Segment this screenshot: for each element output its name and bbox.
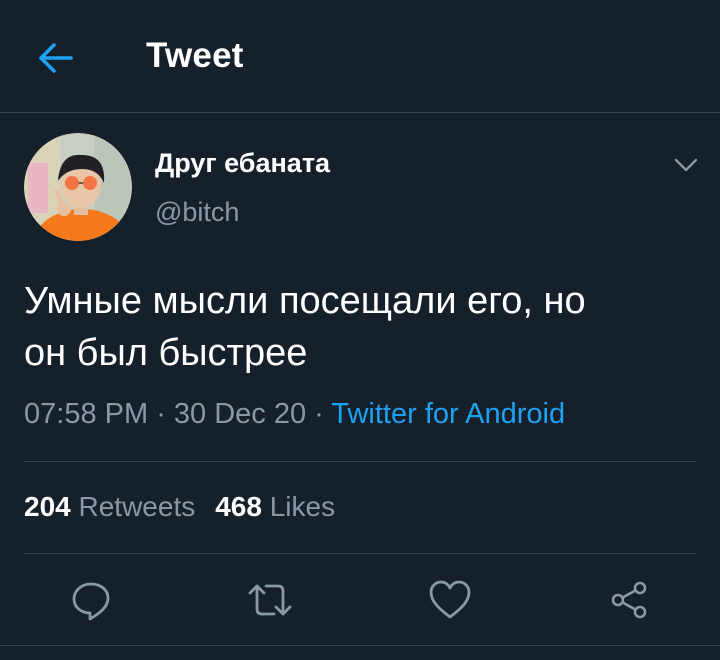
author-name[interactable]: Друг ебаната — [155, 148, 330, 179]
like-heart-icon — [429, 580, 471, 619]
retweet-button[interactable] — [246, 576, 294, 624]
tweet-source-link[interactable]: Twitter for Android — [331, 398, 565, 430]
chevron-down-icon — [674, 158, 698, 172]
divider — [24, 461, 696, 462]
tweet-date: 30 Dec 20 — [173, 398, 307, 430]
reply-button[interactable] — [67, 576, 115, 624]
avatar[interactable] — [24, 133, 132, 241]
tweet-actions-bar — [0, 570, 720, 630]
retweets-count: 204 — [24, 491, 71, 522]
likes-count: 468 — [215, 491, 262, 522]
tweet-detail-screen: Tweet Друг ебаната @bitch Умные мысли по… — [0, 0, 720, 660]
retweets-stat[interactable]: 204 Retweets — [24, 491, 195, 522]
share-icon — [611, 581, 647, 619]
likes-stat[interactable]: 468 Likes — [215, 491, 335, 522]
tweet-text-line: он был быстрее — [24, 332, 308, 374]
reply-icon — [72, 582, 110, 621]
tweet-text-line: Умные мысли посещали его, но — [24, 280, 586, 322]
likes-label: Likes — [269, 491, 336, 522]
tweet-time: 07:58 PM — [24, 398, 149, 430]
retweet-icon — [248, 584, 292, 616]
separator: · — [148, 398, 174, 430]
tweet-stats: 204 Retweets 468 Likes — [24, 491, 335, 523]
top-app-bar: Tweet — [0, 0, 720, 113]
divider — [0, 645, 720, 646]
page-title: Tweet — [146, 36, 244, 75]
separator: · — [306, 398, 332, 430]
back-button[interactable] — [30, 38, 82, 78]
tweet-meta: 07:58 PM · 30 Dec 20 · Twitter for Andro… — [24, 398, 565, 431]
arrow-left-icon — [39, 43, 73, 73]
divider — [24, 553, 696, 554]
tweet-text: Умные мысли посещали его, но он был быст… — [24, 275, 704, 379]
author-handle: @bitch — [155, 197, 240, 227]
share-button[interactable] — [605, 576, 653, 624]
retweets-label: Retweets — [78, 491, 196, 522]
avatar-photo — [24, 133, 132, 241]
tweet-options-button[interactable] — [668, 150, 704, 180]
like-button[interactable] — [426, 576, 474, 624]
